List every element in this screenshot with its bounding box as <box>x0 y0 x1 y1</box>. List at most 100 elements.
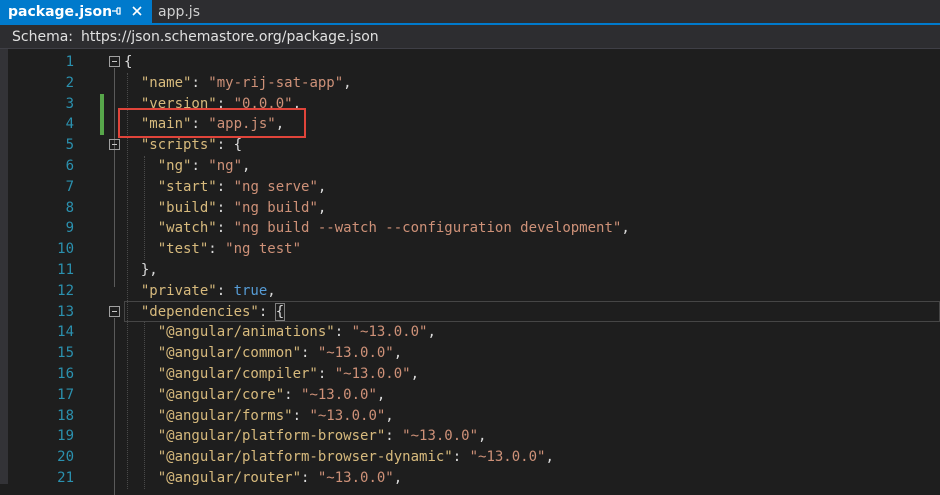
code-token: "ng build --watch --configuration develo… <box>233 220 622 237</box>
code-text: "dependencies": { <box>124 302 286 323</box>
code-text: "ng": "ng", <box>124 156 251 177</box>
code-token: , <box>317 199 327 216</box>
code-token: "@angular/platform-browser" <box>157 428 386 445</box>
schema-label: Schema: <box>12 28 74 45</box>
code-text: "test": "ng test" <box>124 239 301 260</box>
code-token: "watch" <box>157 220 217 237</box>
code-token: "~13.0.0" <box>309 407 386 424</box>
code-token: "ng" <box>157 158 192 174</box>
collapse-icon[interactable] <box>109 56 120 67</box>
schema-url[interactable]: https://json.schemastore.org/package.jso… <box>81 29 379 45</box>
code-token: , <box>267 282 276 299</box>
line-number: 8 <box>65 199 74 216</box>
code-line[interactable]: 7 "start": "ng serve", <box>0 177 940 198</box>
code-token: "@angular/animations" <box>157 324 335 341</box>
line-number: 3 <box>65 95 74 112</box>
code-token: : <box>385 428 403 445</box>
code-text: "name": "my-rij-sat-app", <box>124 73 352 94</box>
line-number: 11 <box>57 262 74 278</box>
code-token: , <box>393 345 403 362</box>
code-token: { <box>124 54 133 70</box>
line-number: 10 <box>57 241 74 258</box>
code-line[interactable]: 18 "@angular/forms": "~13.0.0", <box>0 406 940 427</box>
code-line[interactable]: 10 "test": "ng test" <box>0 239 940 260</box>
code-token: , <box>621 220 630 237</box>
line-number: 9 <box>65 220 74 237</box>
code-token: "~13.0.0" <box>402 428 479 445</box>
code-token: "my-rij-sat-app" <box>208 74 344 91</box>
collapse-icon[interactable] <box>109 139 120 151</box>
code-line[interactable]: 11 }, <box>0 260 940 281</box>
code-line[interactable]: 16 "@angular/compiler": "~13.0.0", <box>0 364 940 385</box>
code-line[interactable]: 15 "@angular/common": "~13.0.0", <box>0 343 940 364</box>
code-line[interactable]: 9 "watch": "ng build --watch --configura… <box>0 218 940 239</box>
code-token: : <box>208 241 226 258</box>
collapse-icon[interactable] <box>109 305 120 317</box>
code-text: "@angular/forms": "~13.0.0", <box>124 406 394 427</box>
line-number: 21 <box>57 470 74 486</box>
code-line[interactable]: 17 "@angular/core": "~13.0.0", <box>0 385 940 406</box>
line-number: 7 <box>65 178 74 195</box>
code-token: : <box>317 366 335 382</box>
code-token: "@angular/forms" <box>157 407 293 424</box>
code-line[interactable]: 6 "ng": "ng", <box>0 156 940 177</box>
code-line[interactable]: 20 "@angular/platform-browser-dynamic": … <box>0 447 940 468</box>
code-token: : <box>292 407 310 424</box>
code-text: "@angular/platform-browser": "~13.0.0", <box>124 426 487 447</box>
tab-bar: package.json app.js <box>0 0 940 25</box>
code-token: , <box>410 366 420 382</box>
code-token: "ng serve" <box>233 178 318 195</box>
code-line[interactable]: 1{ <box>0 52 940 73</box>
line-number: 14 <box>57 324 74 341</box>
tab-package-json[interactable]: package.json <box>0 0 152 23</box>
tab-label: package.json <box>8 3 113 20</box>
tab-app-js[interactable]: app.js <box>152 0 242 23</box>
code-text: "build": "ng build", <box>124 198 327 219</box>
code-text: "@angular/compiler": "~13.0.0", <box>124 364 419 385</box>
line-number: 2 <box>65 74 74 91</box>
annotation-highlight-box <box>118 108 306 139</box>
code-token: , <box>385 407 394 424</box>
code-line[interactable]: 13 "dependencies": { <box>0 302 940 323</box>
code-token: , <box>545 449 554 466</box>
close-icon[interactable] <box>130 4 144 18</box>
code-line[interactable]: 2 "name": "my-rij-sat-app", <box>0 73 940 94</box>
code-token: "start" <box>157 178 217 195</box>
code-line[interactable]: 19 "@angular/platform-browser": "~13.0.0… <box>0 426 940 447</box>
line-number: 15 <box>57 345 74 362</box>
code-line[interactable]: 21 "@angular/router": "~13.0.0", <box>0 468 940 489</box>
code-editor[interactable]: 1{2 "name": "my-rij-sat-app", 3 "version"… <box>0 49 940 495</box>
line-number: 16 <box>57 366 74 382</box>
code-token: }, <box>124 262 158 278</box>
code-token: : <box>216 220 234 237</box>
code-token: , <box>317 178 327 195</box>
line-number: 19 <box>57 428 74 445</box>
code-text: { <box>124 52 132 73</box>
code-token: , <box>427 324 436 341</box>
code-token: "private" <box>140 282 217 299</box>
pin-icon[interactable] <box>110 5 122 17</box>
code-token: : <box>216 199 234 216</box>
change-marker <box>100 114 104 136</box>
code-line[interactable]: 12 "private": true, <box>0 281 940 302</box>
code-line[interactable]: 14 "@angular/animations": "~13.0.0", <box>0 322 940 343</box>
code-token: "dependencies" <box>140 303 259 320</box>
code-text: "@angular/platform-browser-dynamic": "~1… <box>124 447 554 468</box>
code-token: true <box>233 282 268 299</box>
code-line[interactable]: 8 "build": "ng build", <box>0 198 940 219</box>
line-number: 4 <box>65 116 74 133</box>
code-text: "@angular/router": "~13.0.0", <box>124 468 402 489</box>
line-number: 20 <box>57 449 74 466</box>
